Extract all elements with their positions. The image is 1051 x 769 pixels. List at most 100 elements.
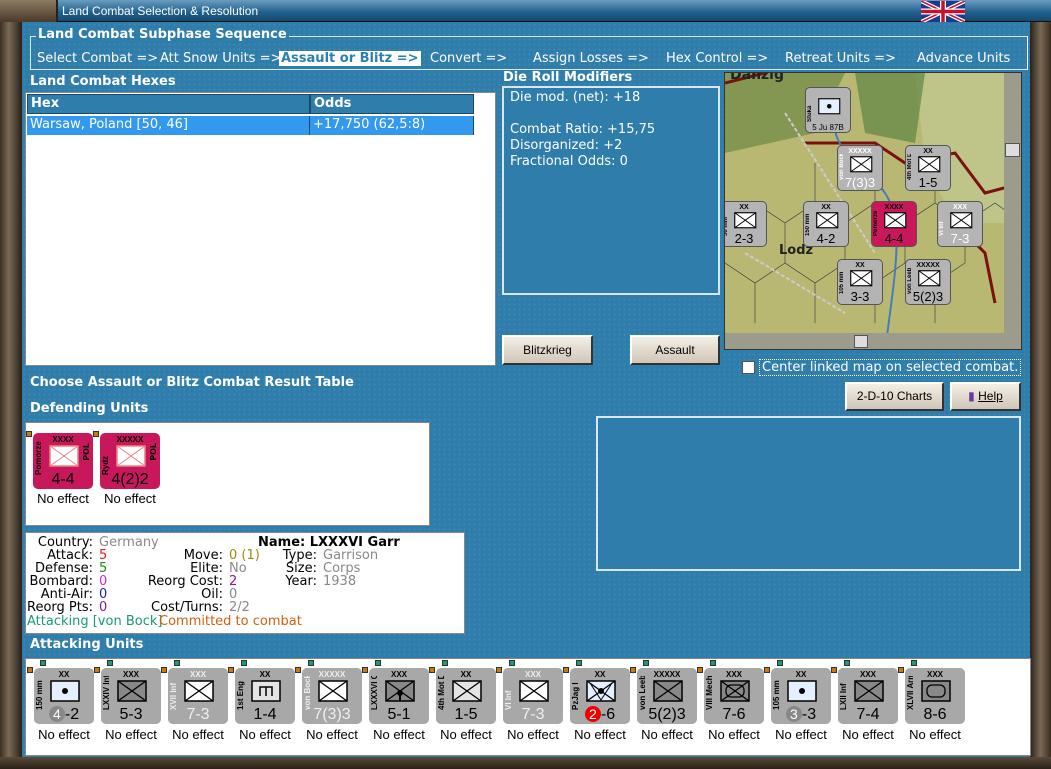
land-combat-hexes-title: Land Combat Hexes bbox=[30, 74, 176, 89]
linked-map[interactable]: Danzig Lodz Stuka 5 Ju 87B XXXXX von Boc… bbox=[724, 72, 1022, 350]
unit-type-symbol-icon bbox=[116, 445, 146, 467]
map-unit-counter[interactable]: XXX VI Inf 7-3 bbox=[937, 201, 983, 247]
status-dot bbox=[831, 667, 837, 673]
defending-unit-counter[interactable]: XXXX Pomorze POL 4-4 bbox=[33, 433, 93, 489]
unit-name: von Leeb bbox=[638, 676, 647, 710]
attacking-unit-counter[interactable]: XXX XLVII Arm 8-6 bbox=[905, 668, 965, 724]
vertical-scroll-thumb[interactable] bbox=[1005, 143, 1020, 157]
status-dot bbox=[697, 667, 703, 673]
step-att-snow-units: Att Snow Units => bbox=[160, 51, 282, 66]
status-dot bbox=[630, 667, 636, 673]
status-dot bbox=[94, 667, 100, 673]
status-dot bbox=[764, 667, 770, 673]
attacking-unit-counter[interactable]: XX 150 mm 4 -2 bbox=[34, 668, 94, 724]
status-dot bbox=[442, 660, 448, 666]
unit-result: No effect bbox=[38, 727, 90, 742]
center-map-checkbox[interactable] bbox=[742, 361, 755, 374]
unit-strength: 7-3 bbox=[186, 706, 210, 723]
unit-strength: 5-3 bbox=[119, 706, 143, 723]
step-assault-or-blitz: Assault or Blitz => bbox=[279, 51, 421, 66]
unit-strength: -3 bbox=[801, 706, 817, 723]
combat-result-box bbox=[596, 416, 1021, 571]
unit-type-symbol-icon bbox=[950, 212, 973, 229]
unit-result: No effect bbox=[37, 491, 89, 506]
step-advance-units: Advance Units bbox=[917, 51, 1011, 66]
status-dot bbox=[308, 660, 314, 666]
map-unit-counter[interactable]: XX 105 mm 3-3 bbox=[837, 259, 883, 305]
attacking-unit-counter[interactable]: XX 1st Eng 1-4 bbox=[235, 668, 295, 724]
step-assign-losses: Assign Losses => bbox=[533, 51, 649, 66]
unit-strength: 7-4 bbox=[856, 706, 880, 723]
unit-strength: 1-5 bbox=[454, 706, 478, 723]
status-dot bbox=[576, 660, 582, 666]
map-unit-counter[interactable]: XXXX Pomorze 4-4 bbox=[871, 201, 917, 247]
unit-name: XVII Inf bbox=[169, 682, 178, 710]
attacking-unit-counter[interactable]: XX PzJag I 2 -6 bbox=[570, 668, 630, 724]
assault-button[interactable]: Assault bbox=[630, 335, 720, 365]
status-dot bbox=[241, 660, 247, 666]
help-button[interactable]: ▮ Help bbox=[950, 382, 1021, 411]
status-dot bbox=[777, 660, 783, 666]
odds-cell: +17,750 (62,5:8) bbox=[310, 116, 474, 135]
unit-type-symbol-icon bbox=[854, 680, 884, 702]
status-dot bbox=[898, 667, 904, 673]
map-unit-counter[interactable]: XXXXX von Leeb 5(2)3 bbox=[905, 259, 951, 305]
country-value: Germany bbox=[99, 535, 159, 550]
map-vertical-scrollbar[interactable] bbox=[1004, 73, 1021, 333]
attacking-unit-counter[interactable]: XXXXX von Bock 7(3)3 bbox=[302, 668, 362, 724]
unit-type-symbol-icon bbox=[653, 680, 683, 702]
unit-type-symbol-icon bbox=[850, 270, 873, 287]
name-value: LXXXVI Garr bbox=[309, 535, 400, 550]
left-frame bbox=[0, 22, 22, 769]
map-horizontal-scrollbar[interactable] bbox=[725, 333, 1021, 349]
attacking-unit-counter[interactable]: XX 4th Mot Div 1-5 bbox=[436, 668, 496, 724]
unit-strength: 5(2)3 bbox=[912, 289, 944, 304]
unit-strength: 4(2)2 bbox=[111, 471, 149, 488]
attacking-unit-counter[interactable]: XXX VIII Mech 7-6 bbox=[704, 668, 764, 724]
unit-info-box: Country: Germany Attack: 5 Defense: 5 Bombard:… bbox=[25, 532, 465, 634]
map-unit-counter[interactable]: XXXXX von Bock 7(3)3 bbox=[837, 145, 883, 191]
attacking-unit-counter[interactable]: XXX LXII Inf 7-4 bbox=[838, 668, 898, 724]
attacking-unit-counter[interactable]: XXX VI Inf 7-3 bbox=[503, 668, 563, 724]
map-unit-counter[interactable]: XX 150 mm 4-2 bbox=[803, 201, 849, 247]
status-dot bbox=[563, 667, 569, 673]
unit-type-symbol-icon bbox=[850, 156, 873, 173]
unit-strength: -2 bbox=[64, 706, 80, 723]
unit-result: No effect bbox=[574, 727, 626, 742]
map-unit-counter[interactable]: Stuka 5 Ju 87B bbox=[805, 87, 851, 133]
die-roll-modifiers-box: Die mod. (net): +18 Combat Ratio: +15,75… bbox=[502, 86, 720, 295]
window-menu-button[interactable] bbox=[0, 0, 58, 22]
defending-unit-counter[interactable]: XXXXX Rydz POL 4(2)2 bbox=[100, 433, 160, 489]
center-map-label[interactable]: Center linked map on selected combat. bbox=[759, 359, 1022, 376]
unit-type-symbol-icon bbox=[519, 680, 549, 702]
unit-result: No effect bbox=[507, 727, 559, 742]
attacking-unit-counter[interactable]: XXXXX von Leeb 5(2)3 bbox=[637, 668, 697, 724]
column-header-hex[interactable]: Hex bbox=[27, 94, 310, 114]
charts-button[interactable]: 2-D-10 Charts bbox=[845, 382, 944, 411]
costturns-value: 2/2 bbox=[229, 600, 250, 615]
status-committed: Committed to combat bbox=[159, 614, 302, 629]
blitzkrieg-button[interactable]: Blitzkrieg bbox=[502, 335, 593, 365]
table-row[interactable]: Warsaw, Poland [50, 46] +17,750 (62,5:8) bbox=[27, 116, 474, 135]
map-unit-counter[interactable]: XX 50 mm 2-3 bbox=[725, 201, 767, 247]
attacking-units-title: Attacking Units bbox=[30, 637, 144, 652]
disorganized: Disorganized: +2 bbox=[510, 138, 623, 153]
status-dot bbox=[295, 667, 301, 673]
attacking-unit-counter[interactable]: XXX LXXIV Inf 5-3 bbox=[101, 668, 161, 724]
choose-crt-label: Choose Assault or Blitz Combat Result Ta… bbox=[30, 375, 354, 390]
unit-strength: 1-5 bbox=[918, 175, 938, 190]
attacking-unit-counter[interactable]: XXX LXXXVI Garr 5-1 bbox=[369, 668, 429, 724]
attacking-unit-counter[interactable]: XX 105 mm 3 -3 bbox=[771, 668, 831, 724]
horizontal-scroll-thumb[interactable] bbox=[854, 335, 868, 348]
unit-type-symbol-icon bbox=[818, 98, 841, 115]
column-header-odds[interactable]: Odds bbox=[310, 94, 474, 114]
unit-name: 4th Mot Div bbox=[437, 676, 446, 710]
map-unit-counter[interactable]: XX 4th Mot Div 1-5 bbox=[905, 145, 951, 191]
unit-result: No effect bbox=[239, 727, 291, 742]
unit-result: No effect bbox=[172, 727, 224, 742]
unit-type-symbol-icon bbox=[816, 212, 839, 229]
unit-strength: 7(3)3 bbox=[313, 706, 351, 723]
attacking-unit-counter[interactable]: XXX XVII Inf 7-3 bbox=[168, 668, 228, 724]
unit-strength: 2-3 bbox=[734, 231, 754, 246]
attacking-units-box: XX 150 mm 4 -2 No effect XXX LXXIV Inf 5-… bbox=[25, 658, 1031, 756]
